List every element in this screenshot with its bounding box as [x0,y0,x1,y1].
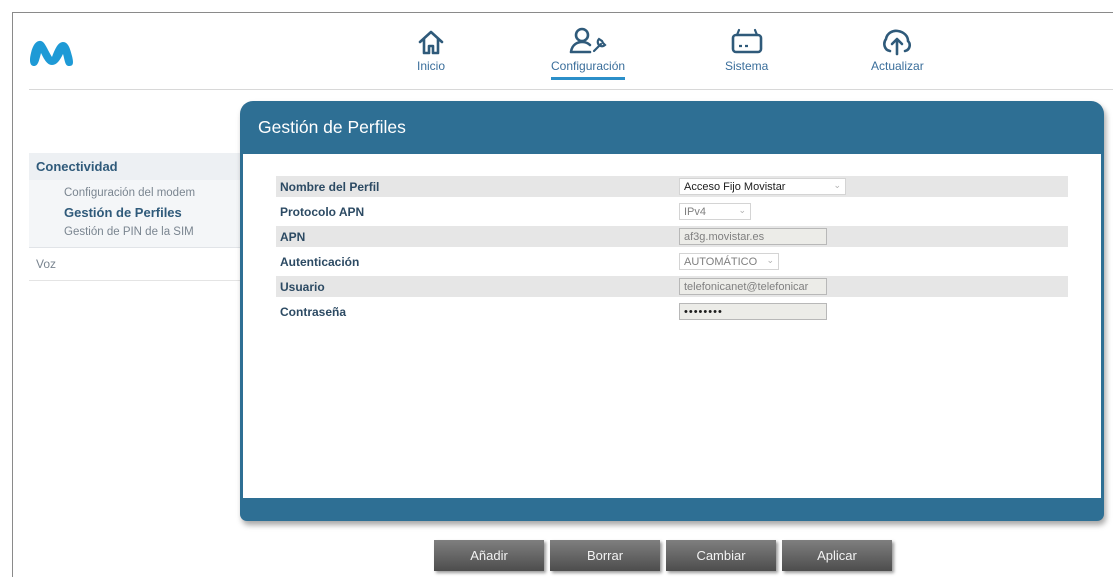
router-icon [731,28,762,54]
nav-actualizar[interactable]: Actualizar [871,27,924,73]
sidebar-item-configuracion-modem[interactable]: Configuración del modem [29,184,240,202]
nav-inicio[interactable]: Inicio [416,27,446,73]
change-button[interactable]: Cambiar [666,540,776,571]
nav-sistema-label: Sistema [725,59,769,73]
chevron-down-icon: ⌄ [833,180,841,190]
profile-panel: Gestión de Perfiles Nombre del Perfil Ac… [240,101,1104,521]
movistar-logo[interactable] [28,37,80,69]
nav-configuracion[interactable]: Configuración [551,27,625,80]
nav-sistema[interactable]: Sistema [725,27,768,73]
sidebar: Conectividad Configuración del modem Ges… [29,153,240,281]
row-protocolo-apn: Protocolo APN IPv4 ⌄ [276,201,1068,222]
apn-protocol-select[interactable]: IPv4 ⌄ [679,203,751,220]
row-nombre-perfil: Nombre del Perfil Acceso Fijo Movistar ⌄ [276,176,1068,197]
nav-configuracion-label: Configuración [551,59,626,73]
label-protocolo-apn: Protocolo APN [280,204,365,219]
row-contrasena: Contraseña •••••••• [276,301,1068,322]
nav-actualizar-label: Actualizar [871,59,924,73]
row-usuario: Usuario telefonicanet@telefonicar [276,276,1068,297]
cloud-upload-icon [883,29,912,56]
home-icon [418,30,444,55]
router-window: Inicio Configuración Sistema Actualizar … [12,12,1113,577]
apply-button[interactable]: Aplicar [782,540,892,571]
chevron-down-icon: ⌄ [738,205,746,215]
sidebar-group: Configuración del modem Gestión de Perfi… [29,180,240,248]
label-usuario: Usuario [280,279,325,294]
profile-name-select[interactable]: Acceso Fijo Movistar ⌄ [679,178,846,195]
label-apn: APN [280,229,306,244]
label-autenticacion: Autenticación [280,254,360,269]
username-input[interactable]: telefonicanet@telefonicar [679,278,827,295]
profile-name-value: Acceso Fijo Movistar [684,180,786,193]
add-button[interactable]: Añadir [434,540,544,571]
sidebar-item-gestion-pin[interactable]: Gestión de PIN de la SIM [29,223,240,241]
password-input[interactable]: •••••••• [679,303,827,320]
header-divider [29,89,1113,90]
active-tab-indicator [551,77,626,80]
authentication-value: AUTOMÁTICO [684,255,758,268]
authentication-select[interactable]: AUTOMÁTICO ⌄ [679,253,779,270]
label-nombre-perfil: Nombre del Perfil [280,179,380,194]
panel-title: Gestión de Perfiles [258,117,406,137]
row-autenticacion: Autenticación AUTOMÁTICO ⌄ [276,251,1068,272]
row-apn: APN af3g.movistar.es [276,226,1068,247]
label-contrasena: Contraseña [280,304,347,319]
user-settings-icon [569,27,607,54]
sidebar-section-conectividad[interactable]: Conectividad [29,153,240,180]
sidebar-item-gestion-perfiles[interactable]: Gestión de Perfiles [29,202,240,223]
chevron-down-icon: ⌄ [766,255,774,265]
apn-input[interactable]: af3g.movistar.es [679,228,827,245]
apn-protocol-value: IPv4 [684,205,707,218]
sidebar-item-voz[interactable]: Voz [29,248,240,281]
panel-body: Nombre del Perfil Acceso Fijo Movistar ⌄… [243,154,1101,498]
delete-button[interactable]: Borrar [550,540,660,571]
nav-inicio-label: Inicio [416,59,445,73]
